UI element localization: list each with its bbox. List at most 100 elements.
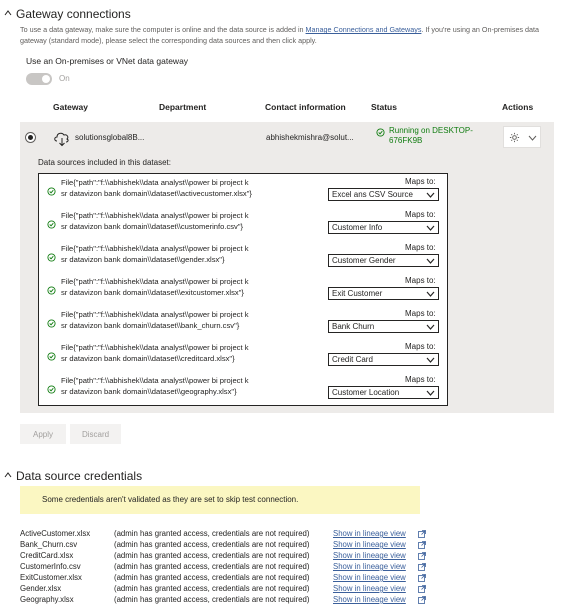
external-link-icon[interactable] (418, 574, 426, 582)
maps-to-select[interactable]: Customer Gender (328, 254, 439, 267)
column-header-actions: Actions (502, 102, 534, 112)
gateway-row[interactable]: solutionsglobal8B... abhishekmishra@solu… (20, 122, 554, 154)
lineage-view-link[interactable]: Show in lineage view (333, 529, 406, 538)
apply-button[interactable]: Apply (20, 424, 66, 444)
status-line-1: Running on DESKTOP- (389, 126, 473, 135)
credential-message: (admin has granted access, credentials a… (114, 540, 310, 549)
credential-file: Bank_Churn.csv (20, 540, 78, 549)
maps-to-label: Maps to: (405, 177, 436, 186)
data-source-path: File{"path":"f:\\abhishek\\data analyst\… (61, 276, 311, 298)
data-source-path: File{"path":"f:\\abhishek\\data analyst\… (61, 309, 311, 331)
credentials-warning: Some credentials aren't validated as the… (20, 486, 420, 514)
data-sources-panel: Data sources included in this dataset: F… (20, 154, 554, 413)
maps-to-value: Customer Location (332, 388, 400, 397)
gateway-radio[interactable] (25, 132, 36, 143)
maps-to-label: Maps to: (405, 243, 436, 252)
lineage-view-link[interactable]: Show in lineage view (333, 584, 406, 593)
gateway-name: solutionsglobal8B... (75, 133, 145, 142)
column-header-department: Department (159, 102, 207, 112)
lineage-view-link[interactable]: Show in lineage view (333, 551, 406, 560)
external-link-icon[interactable] (418, 530, 426, 538)
path-line-2: sr datavizon bank domain\\dataset\\exitc… (61, 288, 244, 297)
lineage-view-link[interactable]: Show in lineage view (333, 562, 406, 571)
data-source-item: File{"path":"f:\\abhishek\\data analyst\… (39, 175, 449, 208)
cloud-gateway-icon (54, 132, 69, 147)
lineage-view-link[interactable]: Show in lineage view (333, 573, 406, 582)
toggle-knob (42, 75, 50, 83)
credential-row: Bank_Churn.csv (admin has granted access… (20, 540, 560, 551)
path-line-1: File{"path":"f:\\abhishek\\data analyst\… (61, 310, 249, 319)
lineage-view-link[interactable]: Show in lineage view (333, 595, 406, 604)
maps-to-value: Excel ans CSV Source (332, 190, 413, 199)
data-source-item: File{"path":"f:\\abhishek\\data analyst\… (39, 340, 449, 373)
credential-message: (admin has granted access, credentials a… (114, 573, 310, 582)
maps-to-select[interactable]: Customer Location (328, 386, 439, 399)
check-circle-icon (47, 385, 56, 394)
chevron-down-icon (426, 291, 435, 297)
credential-file: CreditCard.xlsx (20, 551, 74, 560)
credential-file: ExitCustomer.xlsx (20, 573, 82, 582)
path-line-1: File{"path":"f:\\abhishek\\data analyst\… (61, 376, 249, 385)
description-text: To use a data gateway, make sure the com… (20, 25, 306, 34)
discard-button[interactable]: Discard (70, 424, 121, 444)
gateway-connections-title: Gateway connections (16, 7, 131, 21)
maps-to-select[interactable]: Credit Card (328, 353, 439, 366)
credential-row: CreditCard.xlsx (admin has granted acces… (20, 551, 560, 562)
column-header-status: Status (371, 102, 397, 112)
data-source-item: File{"path":"f:\\abhishek\\data analyst\… (39, 241, 449, 274)
gateway-actions (503, 126, 541, 148)
chevron-down-icon (426, 192, 435, 198)
status-line-2: 676FK9B (389, 136, 423, 145)
path-line-2: sr datavizon bank domain\\dataset\\activ… (61, 189, 252, 198)
maps-to-label: Maps to: (405, 309, 436, 318)
external-link-icon[interactable] (418, 552, 426, 560)
maps-to-select[interactable]: Excel ans CSV Source (328, 188, 439, 201)
credentials-title: Data source credentials (16, 469, 143, 483)
path-line-2: sr datavizon bank domain\\dataset\\credi… (61, 354, 235, 363)
external-link-icon[interactable] (418, 541, 426, 549)
path-line-1: File{"path":"f:\\abhishek\\data analyst\… (61, 178, 249, 187)
check-circle-icon (47, 319, 56, 328)
column-header-gateway: Gateway (53, 102, 88, 112)
lineage-view-link[interactable]: Show in lineage view (333, 540, 406, 549)
gateway-contact: abhishekmishra@solut... (266, 133, 354, 142)
data-sources-list: File{"path":"f:\\abhishek\\data analyst\… (38, 173, 448, 406)
data-source-path: File{"path":"f:\\abhishek\\data analyst\… (61, 210, 311, 232)
maps-to-select[interactable]: Bank Churn (328, 320, 439, 333)
credential-file: Gender.xlsx (20, 584, 62, 593)
path-line-2: sr datavizon bank domain\\dataset\\bank_… (61, 321, 240, 330)
chevron-down-icon[interactable] (528, 135, 537, 141)
maps-to-select[interactable]: Exit Customer (328, 287, 439, 300)
collapse-chevron-icon[interactable] (4, 9, 12, 17)
manage-connections-link[interactable]: Manage Connections and Gateways (306, 25, 422, 34)
maps-to-value: Bank Churn (332, 322, 375, 331)
path-line-1: File{"path":"f:\\abhishek\\data analyst\… (61, 277, 249, 286)
credentials-header[interactable]: Data source credentials (4, 469, 142, 483)
chevron-down-icon (426, 225, 435, 231)
toggle-state-label: On (59, 74, 70, 83)
gateway-status: Running on DESKTOP- 676FK9B (376, 126, 486, 146)
collapse-chevron-icon[interactable] (4, 471, 12, 479)
data-source-item: File{"path":"f:\\abhishek\\data analyst\… (39, 274, 449, 307)
gateway-connections-header[interactable]: Gateway connections (4, 7, 131, 21)
maps-to-value: Exit Customer (332, 289, 383, 298)
external-link-icon[interactable] (418, 563, 426, 571)
gateway-toggle[interactable] (26, 73, 52, 85)
path-line-1: File{"path":"f:\\abhishek\\data analyst\… (61, 244, 249, 253)
external-link-icon[interactable] (418, 596, 426, 604)
maps-to-select[interactable]: Customer Info (328, 221, 439, 234)
gateway-description: To use a data gateway, make sure the com… (20, 25, 560, 46)
check-circle-icon (47, 286, 56, 295)
chevron-down-icon (426, 258, 435, 264)
gear-icon[interactable] (509, 132, 520, 143)
external-link-icon[interactable] (418, 585, 426, 593)
credential-message: (admin has granted access, credentials a… (114, 595, 310, 604)
chevron-down-icon (426, 324, 435, 330)
path-line-1: File{"path":"f:\\abhishek\\data analyst\… (61, 211, 249, 220)
maps-to-label: Maps to: (405, 210, 436, 219)
path-line-2: sr datavizon bank domain\\dataset\\custo… (61, 222, 244, 231)
radio-dot (28, 135, 33, 140)
path-line-1: File{"path":"f:\\abhishek\\data analyst\… (61, 343, 249, 352)
path-line-2: sr datavizon bank domain\\dataset\\gende… (61, 255, 225, 264)
check-circle-icon (47, 187, 56, 196)
